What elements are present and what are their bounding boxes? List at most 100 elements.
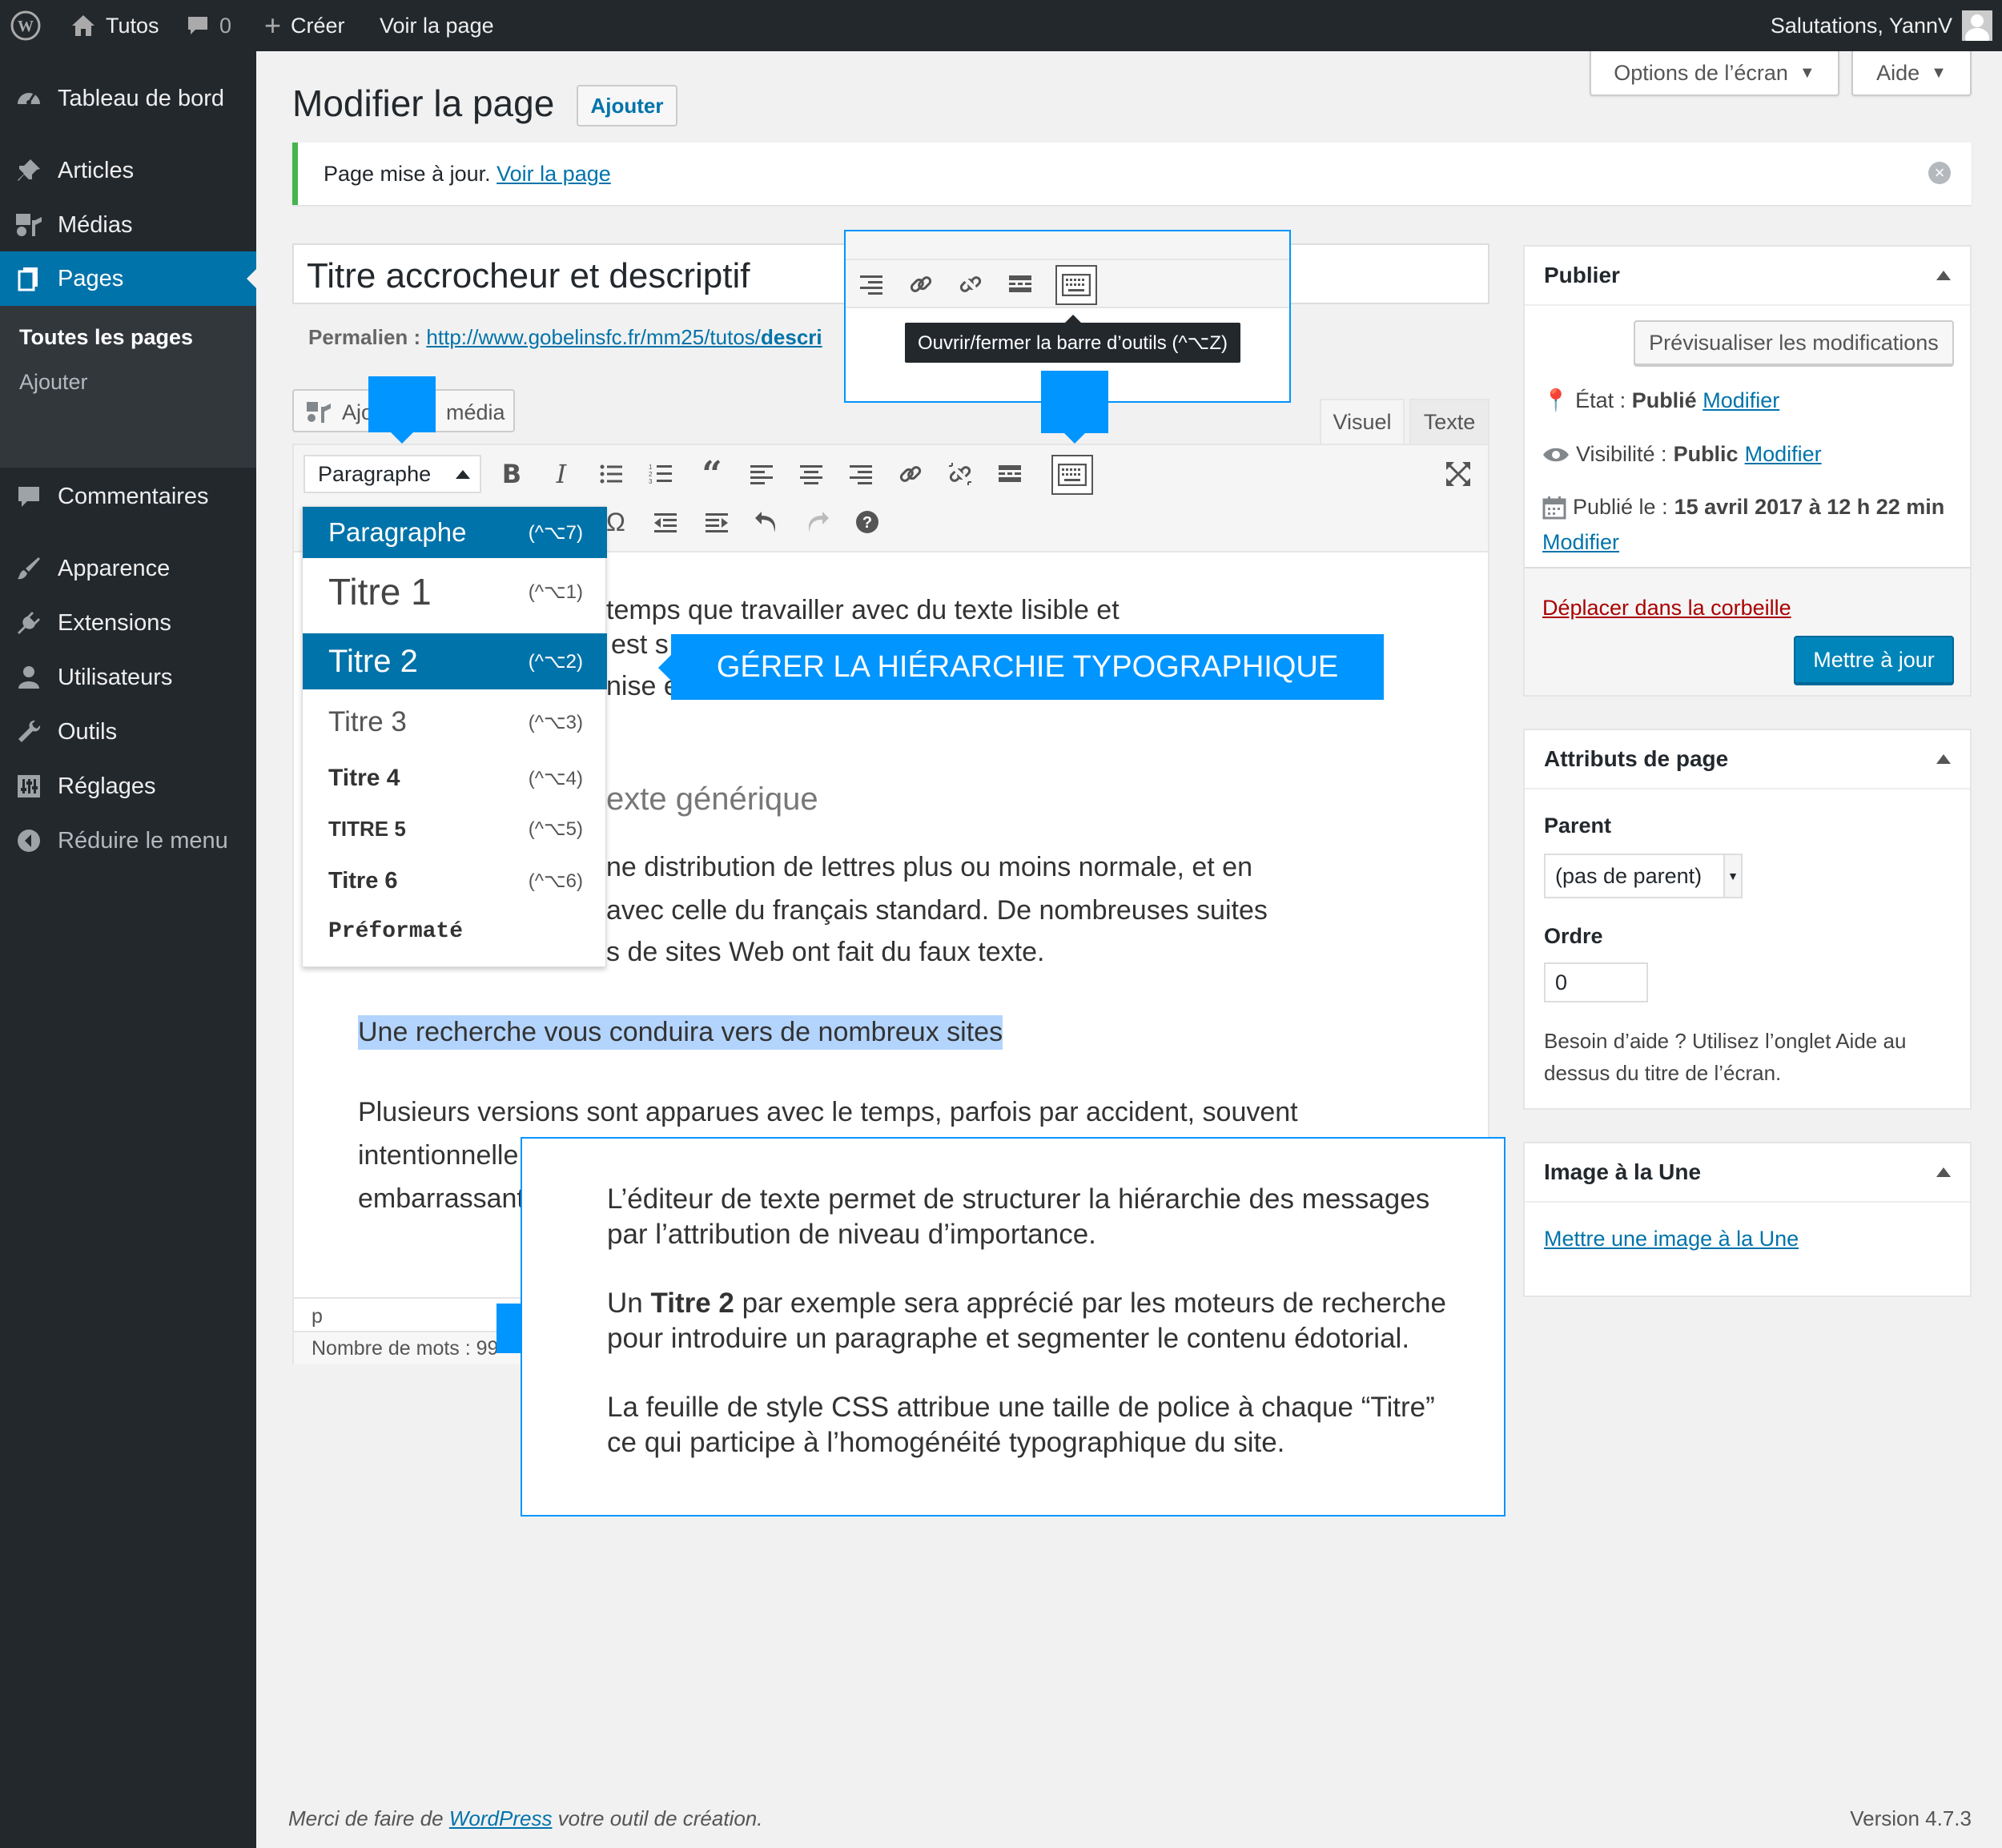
format-select-value: Paragraphe bbox=[318, 461, 432, 486]
dropdown-item-heading-6[interactable]: Titre 6 (^⌥6) bbox=[303, 854, 607, 907]
comment-icon bbox=[188, 17, 207, 34]
italic-icon[interactable]: I bbox=[544, 456, 579, 492]
featured-image-header[interactable]: Image à la Une bbox=[1525, 1143, 1970, 1203]
publish-header[interactable]: Publier bbox=[1525, 247, 1970, 306]
align-center-icon[interactable] bbox=[794, 456, 829, 492]
attributes-help: Besoin d’aide ? Utilisez l’onglet Aide a… bbox=[1544, 1029, 1907, 1085]
dropdown-item-shortcut: (^⌥2) bbox=[528, 650, 583, 673]
numbered-list-icon[interactable]: 123 bbox=[643, 456, 678, 492]
menu-settings[interactable]: Réglages bbox=[0, 761, 256, 812]
trash-link[interactable]: Déplacer dans la corbeille bbox=[1542, 596, 1791, 621]
menu-dashboard[interactable]: Tableau de bord bbox=[0, 73, 256, 124]
highlight-marker bbox=[1041, 371, 1108, 433]
help-shortcuts-icon[interactable]: ? bbox=[850, 504, 885, 540]
menu-pages[interactable]: Pages bbox=[0, 251, 256, 306]
format-select[interactable]: Paragraphe bbox=[304, 455, 481, 493]
svg-text:?: ? bbox=[862, 514, 872, 532]
permalink-label: Permalien : bbox=[308, 325, 421, 349]
tooltip-arrow bbox=[1065, 315, 1081, 323]
menu-media[interactable]: Médias bbox=[0, 199, 256, 251]
set-featured-image-link[interactable]: Mettre une image à la Une bbox=[1544, 1227, 1799, 1251]
submenu-add[interactable]: Ajouter bbox=[19, 370, 88, 395]
submenu-all-pages[interactable]: Toutes les pages bbox=[19, 325, 193, 350]
screen-options-button[interactable]: Options de l’écran ▼ bbox=[1590, 51, 1839, 96]
add-new-page-button[interactable]: Ajouter bbox=[577, 85, 677, 127]
site-name-link[interactable]: Tutos bbox=[70, 0, 159, 51]
dropdown-item-label: Préformaté bbox=[328, 918, 464, 944]
menu-tools[interactable]: Outils bbox=[0, 706, 256, 757]
content-p4-line-3: embarrassant bbox=[358, 1183, 525, 1214]
link-icon bbox=[903, 267, 939, 302]
outdent-icon[interactable] bbox=[648, 504, 683, 540]
greeting: Salutations, YannV bbox=[1770, 13, 1952, 38]
published-value: 15 avril 2017 à 12 h 22 min bbox=[1674, 495, 1945, 519]
dropdown-item-heading-5[interactable]: TITRE 5 (^⌥5) bbox=[303, 803, 607, 854]
align-left-icon[interactable] bbox=[744, 456, 779, 492]
wordpress-logo-icon[interactable]: W bbox=[10, 0, 42, 51]
caret-up-icon bbox=[456, 470, 470, 479]
menu-users[interactable]: Utilisateurs bbox=[0, 652, 256, 703]
svg-text:2: 2 bbox=[649, 471, 653, 478]
menu-collapse[interactable]: Réduire le menu bbox=[0, 815, 256, 866]
parent-select[interactable]: (pas de parent) ▼ bbox=[1544, 854, 1743, 898]
align-right-icon[interactable] bbox=[843, 456, 878, 492]
dropdown-item-label: Titre 3 bbox=[328, 706, 407, 737]
comments-count: 0 bbox=[219, 13, 232, 38]
indent-icon[interactable] bbox=[699, 504, 734, 540]
dismiss-notice-icon[interactable]: × bbox=[1928, 162, 1951, 184]
bullet-list-icon[interactable] bbox=[593, 456, 629, 492]
dropdown-item-heading-2[interactable]: Titre 2 (^⌥2) bbox=[303, 633, 607, 689]
unlink-icon[interactable] bbox=[943, 456, 978, 492]
footer-thanks-end: votre outil de création. bbox=[552, 1806, 763, 1830]
read-more-icon[interactable] bbox=[992, 456, 1027, 492]
undo-icon[interactable] bbox=[749, 504, 784, 540]
comments-link[interactable]: 0 bbox=[186, 0, 231, 51]
permalink-link[interactable]: http://www.gobelinsfc.fr/mm25/tutos/desc… bbox=[426, 325, 822, 349]
element-path[interactable]: p bbox=[312, 1305, 323, 1328]
callout-banner: GÉRER LA HIÉRARCHIE TYPOGRAPHIQUE bbox=[671, 634, 1384, 700]
new-content-link[interactable]: + Créer bbox=[264, 0, 345, 51]
wordpress-link[interactable]: WordPress bbox=[449, 1806, 553, 1830]
page-attributes-header[interactable]: Attributs de page bbox=[1525, 730, 1970, 789]
preview-button[interactable]: Prévisualiser les modifications bbox=[1634, 320, 1954, 365]
tab-text[interactable]: Texte bbox=[1409, 399, 1489, 444]
view-page-link[interactable]: Voir la page bbox=[380, 0, 494, 51]
menu-plugins[interactable]: Extensions bbox=[0, 597, 256, 649]
tab-visual[interactable]: Visuel bbox=[1320, 399, 1405, 444]
menu-articles[interactable]: Articles bbox=[0, 145, 256, 196]
edit-visibility-link[interactable]: Modifier bbox=[1745, 442, 1822, 467]
blockquote-icon[interactable]: “ bbox=[694, 454, 730, 495]
collapse-arrow-icon bbox=[1936, 754, 1951, 764]
update-button[interactable]: Mettre à jour bbox=[1794, 636, 1954, 684]
notice-view-page-link[interactable]: Voir la page bbox=[496, 162, 611, 186]
comment-icon bbox=[13, 480, 45, 512]
dropdown-item-heading-4[interactable]: Titre 4 (^⌥4) bbox=[303, 752, 607, 805]
calendar-icon bbox=[1542, 496, 1566, 519]
info-box: L’éditeur de texte permet de structurer … bbox=[521, 1137, 1506, 1517]
publish-box: Publier Prévisualiser les modifications … bbox=[1523, 245, 1972, 697]
edit-date-link[interactable]: Modifier bbox=[1542, 530, 1619, 555]
fullscreen-icon[interactable] bbox=[1441, 456, 1476, 492]
site-name: Tutos bbox=[106, 13, 159, 38]
account-link[interactable]: Salutations, YannV bbox=[1771, 0, 1992, 51]
dropdown-item-paragraph[interactable]: Paragraphe (^⌥7) bbox=[303, 507, 607, 558]
content-heading: exte générique bbox=[606, 781, 818, 817]
link-icon[interactable] bbox=[893, 456, 928, 492]
published-row: Publié le : 15 avril 2017 à 12 h 22 min bbox=[1542, 495, 1944, 520]
dropdown-item-heading-1[interactable]: Titre 1 (^⌥1) bbox=[303, 558, 607, 625]
pages-icon bbox=[13, 263, 45, 295]
bold-icon[interactable]: B bbox=[494, 456, 529, 492]
content-line-1: temps que travailler avec du texte lisib… bbox=[606, 595, 1120, 625]
menu-appearance[interactable]: Apparence bbox=[0, 543, 256, 594]
menu-comments[interactable]: Commentaires bbox=[0, 471, 256, 522]
pin-icon bbox=[13, 155, 45, 187]
view-page-label: Voir la page bbox=[380, 13, 494, 38]
dropdown-item-heading-3[interactable]: Titre 3 (^⌥3) bbox=[303, 696, 607, 749]
help-button[interactable]: Aide ▼ bbox=[1851, 51, 1972, 96]
order-input[interactable]: 0 bbox=[1544, 962, 1648, 1002]
dropdown-item-preformatted[interactable]: Préformaté bbox=[303, 907, 607, 955]
redo-icon[interactable] bbox=[800, 504, 835, 540]
featured-image-link-label: Mettre une image à la Une bbox=[1544, 1227, 1799, 1251]
toolbar-toggle-icon[interactable] bbox=[1051, 455, 1093, 495]
edit-status-link[interactable]: Modifier bbox=[1703, 388, 1779, 412]
